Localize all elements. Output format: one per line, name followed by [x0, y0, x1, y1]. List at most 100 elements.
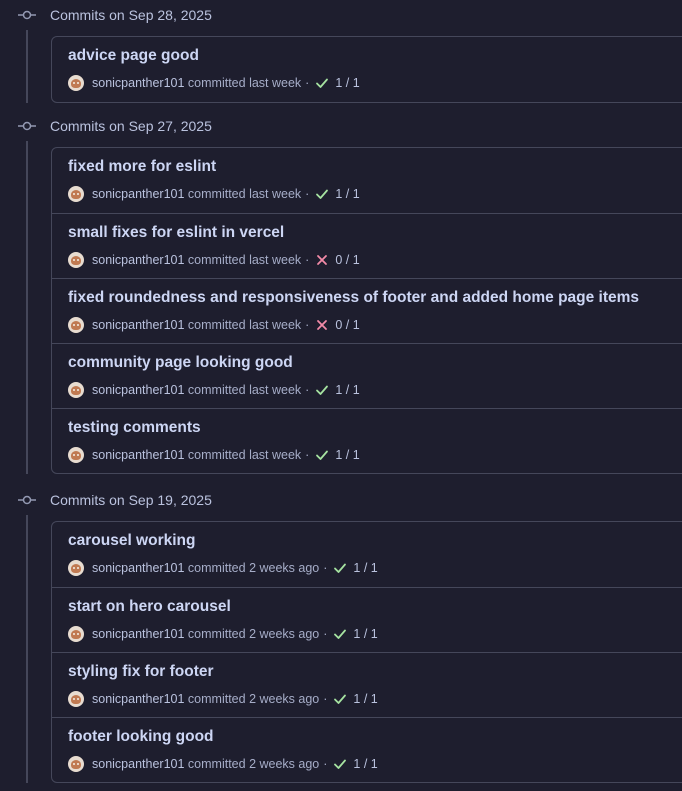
commit-meta: sonicpanther101 committed 2 weeks ago · 1 … [68, 559, 378, 577]
commit-verb: committed [187, 757, 246, 771]
commit-author-link[interactable]: sonicpanther101 [92, 187, 184, 201]
avatar-eye [77, 259, 79, 261]
checks-count[interactable]: 1 / 1 [353, 561, 377, 575]
x-icon[interactable] [315, 318, 329, 332]
avatar[interactable] [68, 252, 84, 268]
checks-count[interactable]: 1 / 1 [353, 627, 377, 641]
commit-group-header: Commits on Sep 28, 2025 [0, 0, 682, 30]
commit-time: last week [249, 253, 302, 267]
checks-count[interactable]: 1 / 1 [335, 448, 359, 462]
avatar-eye [77, 193, 79, 195]
checks-count[interactable]: 1 / 1 [335, 187, 359, 201]
commit-author-link[interactable]: sonicpanther101 [92, 627, 184, 641]
avatar-eye [77, 324, 79, 326]
commit-author-link[interactable]: sonicpanther101 [92, 383, 184, 397]
commit-row: fixed more for eslint sonicpanther101 com… [52, 148, 682, 213]
commit-row: styling fix for footer sonicpanther101 co… [52, 652, 682, 717]
avatar[interactable] [68, 75, 84, 91]
commit-time: last week [249, 448, 302, 462]
separator-dot: · [305, 76, 310, 90]
avatar-eye [73, 633, 75, 635]
commit-author-link[interactable]: sonicpanther101 [92, 448, 184, 462]
commit-meta: sonicpanther101 committed last week · 0 / … [68, 251, 360, 269]
commit-list: carousel working sonicpanther101 committe… [51, 521, 682, 783]
avatar-eye [77, 567, 79, 569]
commit-time: last week [249, 383, 302, 397]
checks-count[interactable]: 0 / 1 [335, 253, 359, 267]
check-icon[interactable] [315, 383, 329, 397]
check-icon[interactable] [333, 692, 347, 706]
avatar-eye [73, 698, 75, 700]
commit-author-link[interactable]: sonicpanther101 [92, 253, 184, 267]
commit-title-link[interactable]: start on hero carousel [68, 598, 231, 616]
separator-dot: · [305, 187, 310, 201]
commit-verb: committed [187, 187, 246, 201]
commit-time: last week [249, 76, 302, 90]
avatar[interactable] [68, 186, 84, 202]
commit-time: last week [249, 187, 302, 201]
commit-meta: sonicpanther101 committed last week · 1 / … [68, 185, 360, 203]
avatar-eye [73, 389, 75, 391]
separator-dot: · [305, 383, 310, 397]
separator-dot: · [305, 318, 310, 332]
commit-title-link[interactable]: fixed more for eslint [68, 158, 216, 176]
checks-count[interactable]: 1 / 1 [353, 757, 377, 771]
commit-row: footer looking good sonicpanther101 commi… [52, 717, 682, 782]
commit-group-header: Commits on Sep 19, 2025 [0, 485, 682, 515]
commit-time: 2 weeks ago [249, 561, 320, 575]
commit-author-link[interactable]: sonicpanther101 [92, 757, 184, 771]
commit-title-link[interactable]: small fixes for eslint in vercel [68, 224, 284, 242]
commit-title-link[interactable]: styling fix for footer [68, 663, 214, 681]
avatar[interactable] [68, 317, 84, 333]
commit-verb: committed [187, 561, 246, 575]
commit-row: small fixes for eslint in vercel sonicpan… [52, 213, 682, 278]
commit-title-link[interactable]: testing comments [68, 419, 201, 437]
avatar-eye [77, 454, 79, 456]
commit-group-date: Commits on Sep 28, 2025 [50, 7, 212, 23]
commit-meta: sonicpanther101 committed 2 weeks ago · 1 … [68, 690, 378, 708]
avatar-eye [77, 763, 79, 765]
commit-author-link[interactable]: sonicpanther101 [92, 318, 184, 332]
x-icon[interactable] [315, 253, 329, 267]
commit-title-link[interactable]: community page looking good [68, 354, 293, 372]
avatar[interactable] [68, 691, 84, 707]
avatar[interactable] [68, 560, 84, 576]
separator-dot: · [323, 627, 328, 641]
avatar[interactable] [68, 626, 84, 642]
checks-count[interactable]: 1 / 1 [335, 76, 359, 90]
checks-count[interactable]: 1 / 1 [335, 383, 359, 397]
check-icon[interactable] [315, 187, 329, 201]
commit-meta: sonicpanther101 committed 2 weeks ago · 1 … [68, 625, 378, 643]
commit-row: fixed roundedness and responsiveness of … [52, 278, 682, 343]
commit-list: advice page good sonicpanther101 committe… [51, 36, 682, 103]
check-icon[interactable] [333, 627, 347, 641]
separator-dot: · [323, 561, 328, 575]
separator-dot: · [323, 692, 328, 706]
separator-dot: · [305, 253, 310, 267]
avatar-eye [73, 259, 75, 261]
avatar-eye [73, 567, 75, 569]
commit-group-header: Commits on Sep 27, 2025 [0, 111, 682, 141]
commit-time: 2 weeks ago [249, 627, 320, 641]
commit-title-link[interactable]: fixed roundedness and responsiveness of … [68, 289, 639, 307]
commit-list: fixed more for eslint sonicpanther101 com… [51, 147, 682, 474]
timeline-line [26, 515, 28, 783]
checks-count[interactable]: 0 / 1 [335, 318, 359, 332]
commit-title-link[interactable]: carousel working [68, 532, 195, 550]
check-icon[interactable] [333, 757, 347, 771]
avatar-eye [73, 324, 75, 326]
avatar[interactable] [68, 756, 84, 772]
commit-meta: sonicpanther101 committed 2 weeks ago · 1 … [68, 755, 378, 773]
commit-group: Commits on Sep 27, 2025 fixed more for es… [0, 111, 682, 474]
commit-title-link[interactable]: footer looking good [68, 728, 214, 746]
avatar[interactable] [68, 447, 84, 463]
avatar[interactable] [68, 382, 84, 398]
commit-title-link[interactable]: advice page good [68, 47, 199, 65]
commit-author-link[interactable]: sonicpanther101 [92, 692, 184, 706]
commit-author-link[interactable]: sonicpanther101 [92, 76, 184, 90]
commit-author-link[interactable]: sonicpanther101 [92, 561, 184, 575]
check-icon[interactable] [333, 561, 347, 575]
check-icon[interactable] [315, 448, 329, 462]
check-icon[interactable] [315, 76, 329, 90]
checks-count[interactable]: 1 / 1 [353, 692, 377, 706]
